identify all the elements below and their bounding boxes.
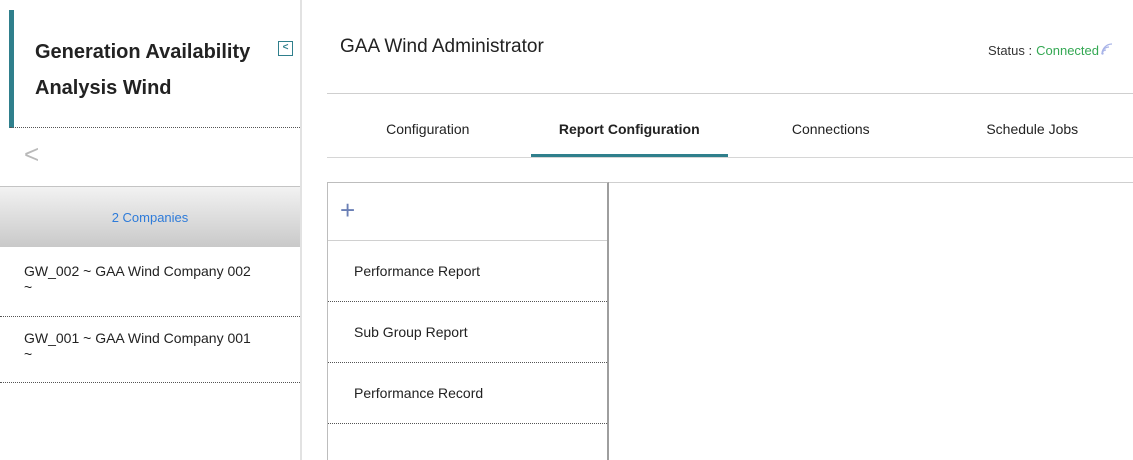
header-divider	[327, 93, 1133, 94]
report-list-item[interactable]: Sub Group Report	[328, 302, 607, 363]
tab-schedule-jobs[interactable]: Schedule Jobs	[932, 108, 1133, 158]
app-title: Generation Availability Analysis Wind	[35, 41, 251, 99]
divider	[10, 127, 300, 128]
page-title: GAA Wind Administrator	[340, 36, 544, 57]
companies-count-button[interactable]: 2 Companies	[0, 186, 300, 247]
tab-configuration[interactable]: Configuration	[327, 108, 529, 158]
sidebar-accent-bar	[9, 10, 14, 128]
companies-count-label: 2 Companies	[111, 209, 189, 225]
tab-bar: Configuration Report Configuration Conne…	[327, 108, 1133, 158]
tab-report-configuration[interactable]: Report Configuration	[529, 108, 731, 158]
content-top-border	[609, 182, 1133, 183]
tabs-divider	[327, 157, 1133, 158]
collapse-icon[interactable]: <	[278, 41, 293, 56]
status-value: Connected	[1036, 43, 1099, 58]
status-label: Status :	[988, 43, 1033, 58]
plus-icon[interactable]: +	[340, 197, 355, 223]
wifi-icon	[1101, 43, 1113, 58]
connection-status: Status : Connected	[988, 43, 1113, 58]
company-list-item[interactable]: GW_001 ~ GAA Wind Company 001 ~	[0, 330, 300, 383]
add-row: +	[328, 183, 607, 241]
sidebar: Generation Availability Analysis Wind < …	[0, 0, 300, 460]
chevron-left-icon[interactable]: <	[24, 140, 39, 168]
report-list-item[interactable]: Performance Record	[328, 363, 607, 424]
report-list-item[interactable]: Performance Report	[328, 241, 607, 302]
tab-connections[interactable]: Connections	[730, 108, 932, 158]
pane-divider	[300, 0, 302, 460]
report-list-panel: + Performance Report Sub Group Report Pe…	[327, 182, 609, 460]
company-list-item[interactable]: GW_002 ~ GAA Wind Company 002 ~	[0, 263, 300, 317]
